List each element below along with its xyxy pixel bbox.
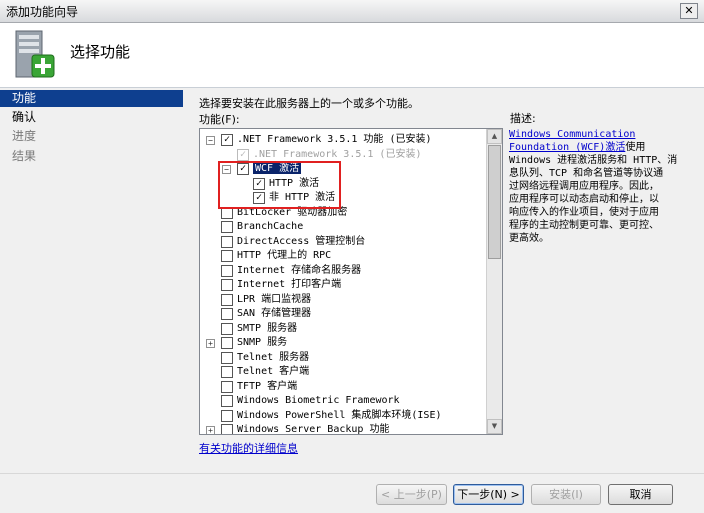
next-button[interactable]: 下一步(N) > xyxy=(453,484,524,505)
tree-row[interactable]: + SNMP 服务 xyxy=(200,336,485,350)
tree-row[interactable]: DirectAccess 管理控制台 xyxy=(200,235,485,249)
step-results: 结果 xyxy=(12,149,37,163)
feature-label: Windows PowerShell 集成脚本环境(ISE) xyxy=(237,409,442,421)
server-add-icon xyxy=(15,30,55,78)
feature-checkbox[interactable] xyxy=(221,250,233,262)
window-title: 添加功能向导 xyxy=(6,5,79,19)
feature-checkbox[interactable] xyxy=(221,235,233,248)
tree-row[interactable]: Windows PowerShell 集成脚本环境(ISE) xyxy=(200,409,485,423)
feature-label: Telnet 服务器 xyxy=(237,351,310,363)
tree-row[interactable]: SMTP 服务器 xyxy=(200,322,485,336)
feature-label: Telnet 客户端 xyxy=(237,366,310,377)
tree-row[interactable]: SAN 存储管理器 xyxy=(200,307,485,321)
tree-row[interactable]: − ✓ .NET Framework 3.5.1 功能 (已安装) xyxy=(200,133,485,147)
more-info-link[interactable]: 有关功能的详细信息 xyxy=(199,440,298,456)
scroll-down-icon[interactable]: ▼ xyxy=(487,419,502,434)
feature-checkbox: ✓ xyxy=(237,148,249,161)
wcf-link-line1[interactable]: Windows Communication xyxy=(509,129,635,140)
tree-row[interactable]: BranchCache xyxy=(200,220,485,234)
feature-label: Internet 存储命名服务器 xyxy=(237,264,362,276)
description-line: Windows 进程激活服务和 HTTP、消 xyxy=(509,155,678,166)
description-line: 息队列、TCP 和命名管道等协议通 xyxy=(509,168,664,179)
feature-checkbox[interactable] xyxy=(221,264,233,277)
tree-row[interactable]: Internet 打印客户端 xyxy=(200,278,485,292)
feature-checkbox[interactable] xyxy=(221,279,233,291)
feature-checkbox[interactable] xyxy=(221,221,233,233)
features-label: 功能(F): xyxy=(199,113,240,126)
title-bar: 添加功能向导 ✕ xyxy=(0,0,704,23)
description-suffix: 使用 xyxy=(625,142,646,153)
description-line: 过网络远程调用应用程序。因此， xyxy=(509,181,659,192)
scroll-thumb[interactable] xyxy=(488,145,501,259)
feature-label: Windows Server Backup 功能 xyxy=(237,424,390,435)
instruction-text: 选择要安装在此服务器上的一个或多个功能。 xyxy=(199,97,419,110)
description-text: Windows Communication Foundation (WCF)激活… xyxy=(509,128,689,245)
cancel-button[interactable]: 取消 xyxy=(608,484,673,505)
description-line: 响应传入的作业项目，使对于应用 xyxy=(509,207,659,218)
description-line: 更高效。 xyxy=(509,233,549,244)
tree-scrollbar[interactable]: ▲ ▼ xyxy=(486,129,502,434)
scroll-up-icon[interactable]: ▲ xyxy=(487,129,502,144)
feature-label: Internet 打印客户端 xyxy=(237,279,342,290)
tree-row[interactable]: TFTP 客户端 xyxy=(200,380,485,394)
feature-checkbox[interactable] xyxy=(221,380,233,393)
tree-row[interactable]: Windows Biometric Framework xyxy=(200,394,485,408)
tree-row[interactable]: + Windows Server Backup 功能 xyxy=(200,423,485,435)
collapse-icon[interactable]: − xyxy=(206,136,215,145)
feature-label: LPR 端口监视器 xyxy=(237,293,312,305)
highlight-box xyxy=(218,161,341,209)
feature-checkbox[interactable]: ✓ xyxy=(221,134,233,146)
install-button[interactable]: 安装(I) xyxy=(531,484,601,505)
feature-label: SMTP 服务器 xyxy=(237,322,298,334)
feature-checkbox[interactable] xyxy=(221,366,233,378)
feature-label: BranchCache xyxy=(237,221,304,232)
step-confirm[interactable]: 确认 xyxy=(0,109,183,126)
feature-label: .NET Framework 3.5.1 功能 (已安装) xyxy=(237,134,432,145)
step-progress: 进度 xyxy=(12,129,37,143)
tree-row[interactable]: ✓ .NET Framework 3.5.1 (已安装) xyxy=(200,148,485,162)
expand-icon[interactable]: + xyxy=(206,426,215,434)
feature-checkbox[interactable] xyxy=(221,351,233,364)
step-features[interactable]: 功能 xyxy=(0,90,183,107)
feature-checkbox[interactable] xyxy=(221,395,233,407)
footer-divider xyxy=(0,473,704,474)
description-line: 程序的主动控制更可靠、更可控、 xyxy=(509,220,659,231)
feature-label: HTTP 代理上的 RPC xyxy=(237,250,332,261)
feature-checkbox[interactable] xyxy=(221,322,233,335)
feature-label: SAN 存储管理器 xyxy=(237,308,312,319)
wizard-steps: 功能 确认 进度 结果 xyxy=(0,88,188,513)
tree-row[interactable]: HTTP 代理上的 RPC xyxy=(200,249,485,263)
tree-row[interactable]: Telnet 客户端 xyxy=(200,365,485,379)
tree-row[interactable]: Telnet 服务器 xyxy=(200,351,485,365)
feature-label: DirectAccess 管理控制台 xyxy=(237,235,366,247)
feature-checkbox[interactable] xyxy=(221,424,233,434)
close-button[interactable]: ✕ xyxy=(680,3,698,19)
feature-checkbox[interactable] xyxy=(221,293,233,306)
feature-checkbox[interactable] xyxy=(221,308,233,320)
feature-checkbox[interactable] xyxy=(221,337,233,349)
tree-row[interactable]: Internet 存储命名服务器 xyxy=(200,264,485,278)
wizard-header: 选择功能 xyxy=(0,23,704,88)
expand-icon[interactable]: + xyxy=(206,339,215,348)
feature-label: SNMP 服务 xyxy=(237,337,288,348)
feature-checkbox[interactable] xyxy=(221,409,233,422)
feature-label: Windows Biometric Framework xyxy=(237,395,400,406)
description-label: 描述: xyxy=(510,112,536,125)
close-icon: ✕ xyxy=(684,4,694,17)
description-line: 应用程序可以动态启动和停止，以 xyxy=(509,194,659,205)
feature-label: .NET Framework 3.5.1 (已安装) xyxy=(253,148,422,160)
wcf-link-line2[interactable]: Foundation (WCF)激活 xyxy=(509,142,625,153)
feature-label: TFTP 客户端 xyxy=(237,380,298,392)
page-title: 选择功能 xyxy=(70,43,131,61)
prev-button[interactable]: < 上一步(P) xyxy=(376,484,447,505)
tree-row[interactable]: LPR 端口监视器 xyxy=(200,293,485,307)
